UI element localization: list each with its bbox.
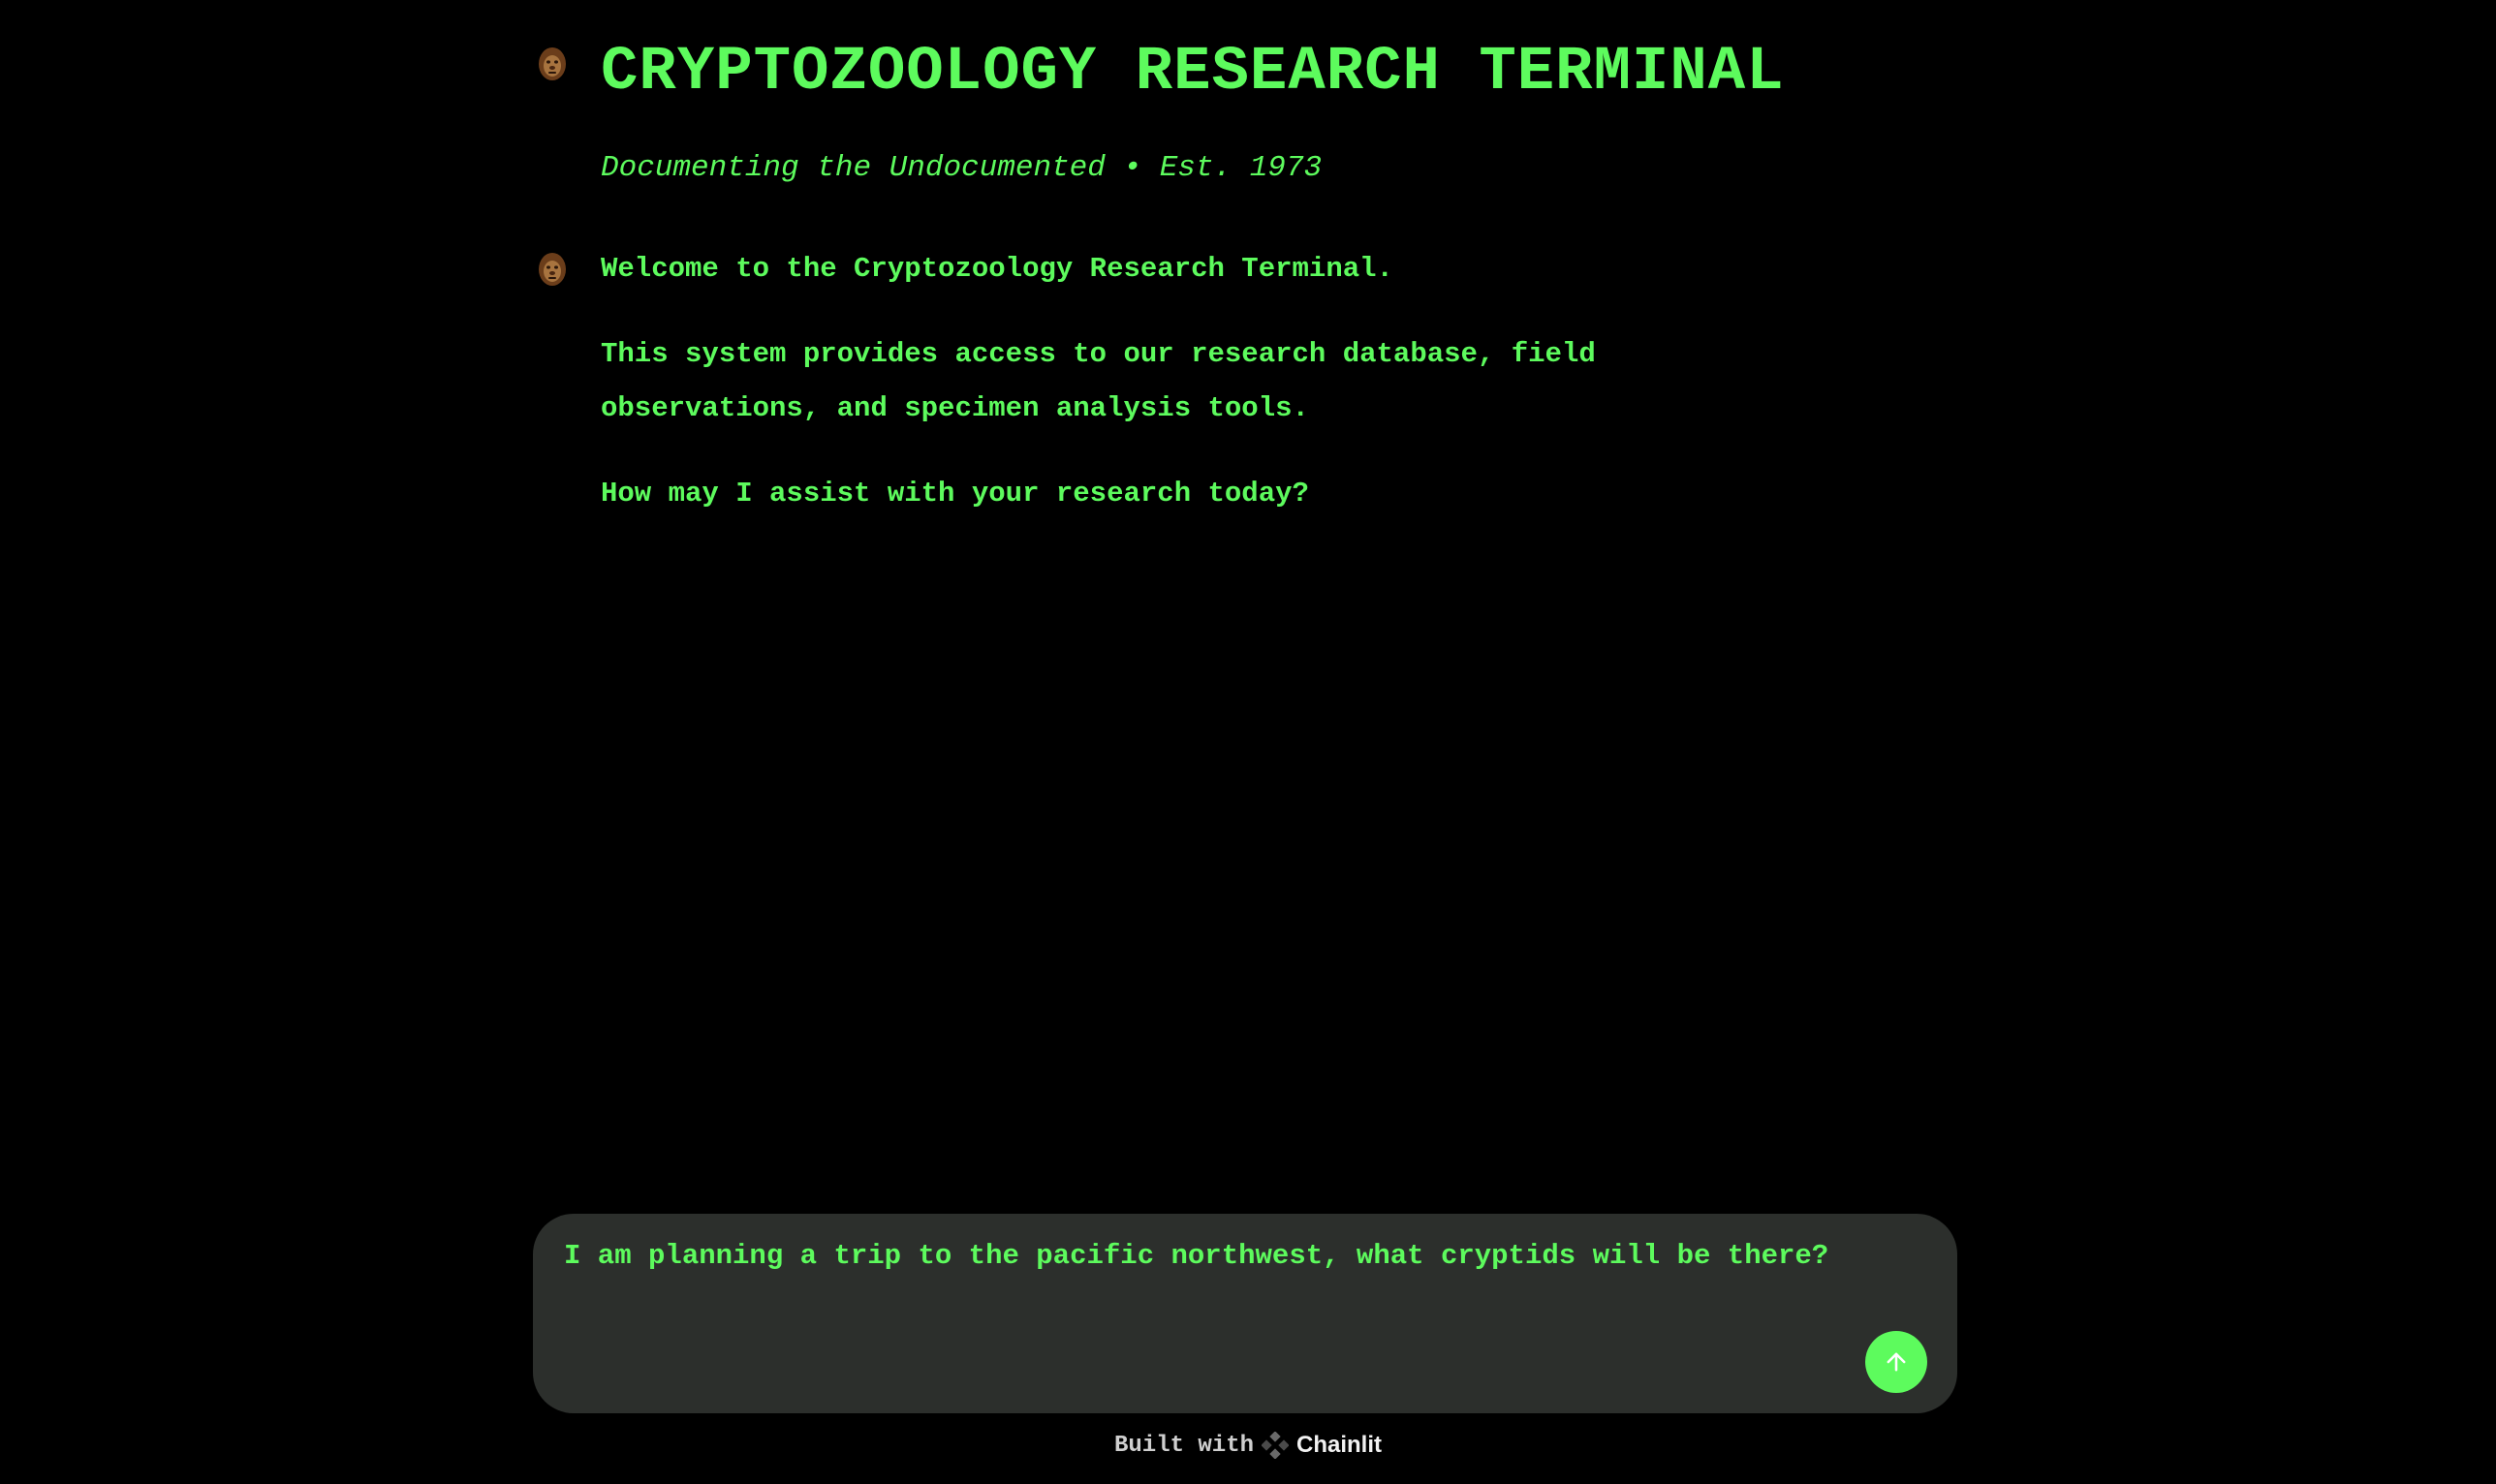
- bigfoot-avatar-icon: [538, 252, 567, 287]
- page-subtitle: Documenting the Undocumented • Est. 1973: [601, 151, 1323, 185]
- message-paragraph: Welcome to the Cryptozoology Research Te…: [601, 253, 1393, 285]
- message-paragraph: This system provides access to our resea…: [601, 338, 1596, 424]
- chainlit-logo-icon[interactable]: [1262, 1432, 1290, 1459]
- page-title: CRYPTOZOOLOGY RESEARCH TERMINAL: [601, 38, 1785, 108]
- message-composer[interactable]: I am planning a trip to the pacific nort…: [533, 1214, 1957, 1413]
- send-button[interactable]: [1865, 1331, 1927, 1393]
- footer: Built with Chainlit: [0, 1428, 2496, 1463]
- message-paragraph: How may I assist with your research toda…: [601, 478, 1309, 510]
- arrow-up-icon: [1887, 1352, 1906, 1372]
- bigfoot-avatar-icon: [538, 46, 567, 81]
- chat-input[interactable]: I am planning a trip to the pacific nort…: [564, 1233, 1843, 1280]
- footer-brand-link[interactable]: Chainlit: [1296, 1432, 1382, 1459]
- footer-built-with: Built with: [1113, 1432, 1255, 1459]
